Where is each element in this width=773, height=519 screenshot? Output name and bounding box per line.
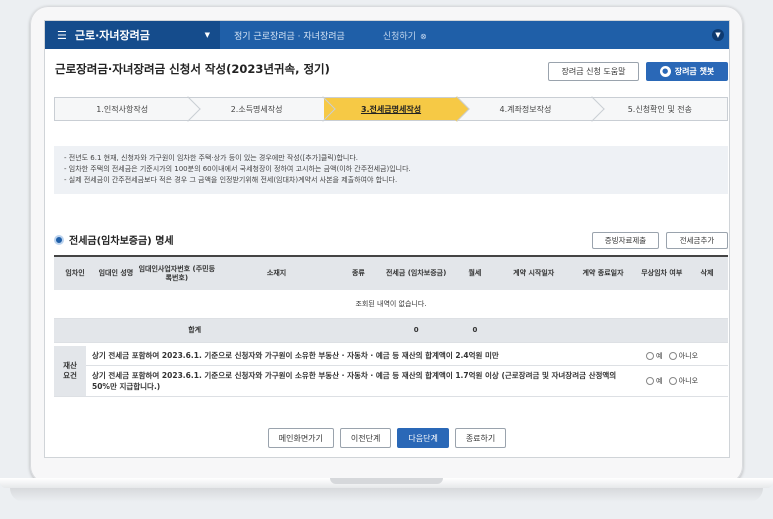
col-landlord-name: 임대인 성명 [95, 255, 136, 290]
main-menu[interactable]: ☰ 근로·자녀장려금 ▼ [45, 21, 220, 49]
sum-rent: 0 [450, 318, 500, 343]
sum-type-cell [335, 318, 382, 343]
section-bullet-icon [54, 234, 64, 245]
condition-label: 재산 요건 [54, 346, 86, 397]
step-3-label: 3.전세금명세작성 [360, 104, 422, 114]
table-row: 조회된 내역이 없습니다. [54, 290, 728, 319]
laptop-base [0, 478, 773, 519]
deposit-table: 임차인 임대인 성명 임대인사업자번호 (주민등록번호) 소재지 종류 전세금 … [54, 255, 728, 343]
step-progress: 1.인적사항작성 2.소득명세작성 3.전세금명세작성 4.계좌정보작성 5.신… [54, 97, 728, 121]
step-2-label: 2.소득명세작성 [230, 104, 283, 114]
radio-yes-label: 예 [656, 351, 663, 360]
close-icon[interactable]: ⊗ [420, 32, 427, 41]
table-sum-row: 합계 0 0 [54, 318, 728, 343]
notice-item: 실제 전세금이 간주전세금보다 적은 경우 그 금액을 인정받기위해 전세(임대… [64, 175, 718, 186]
breadcrumb-item-2-label: 신청하기 [382, 31, 416, 42]
col-tenant: 임차인 [54, 255, 96, 290]
step-3: 3.전세금명세작성 [323, 98, 459, 120]
col-delete: 삭제 [685, 255, 728, 290]
radio-no-icon[interactable] [668, 377, 677, 385]
radio-yes-icon[interactable] [646, 351, 654, 360]
radio-yes-icon[interactable] [646, 377, 654, 385]
notice-item: 전년도 6.1 현재, 신청자와 가구원이 임차한 주택·상가 등이 있는 경우… [64, 153, 718, 164]
step-4: 4.계좌정보작성 [458, 98, 592, 120]
evidence-submit-button[interactable]: 증빙자료제출 [592, 232, 659, 249]
radio-yes-label: 예 [656, 377, 663, 385]
col-type: 종류 [335, 255, 382, 290]
radio-yes[interactable]: 예 [646, 377, 662, 385]
laptop-notch [330, 478, 443, 484]
condition-radio-group: 예 아니오 [640, 346, 728, 366]
chevron-down-icon[interactable]: ▼ [712, 29, 724, 41]
col-rent: 월세 [450, 255, 500, 290]
chatbot-icon: ● [659, 66, 671, 77]
notice-item: 임차한 주택의 전세금은 기준시가의 100분의 60이내에서 국세청장이 정하… [64, 164, 718, 175]
col-deposit: 전세금 (임차보증금) [381, 255, 451, 290]
radio-no[interactable]: 아니오 [668, 351, 699, 360]
step-4-label: 4.계좌정보작성 [499, 104, 552, 114]
sum-label: 합계 [54, 318, 336, 343]
chatbot-button[interactable]: ● 장려금 챗봇 [646, 62, 728, 81]
condition-radio-group: 예 아니오 [640, 365, 728, 397]
sum-empty-cell [499, 318, 728, 343]
sum-deposit: 0 [381, 318, 451, 343]
radio-no[interactable]: 아니오 [668, 377, 699, 385]
radio-no-label: 아니오 [678, 377, 699, 385]
notice-box: 전년도 6.1 현재, 신청자와 가구원이 임차한 주택·상가 등이 있는 경우… [54, 146, 728, 194]
step-5-label: 5.신청확인 및 전송 [627, 104, 692, 114]
home-button[interactable]: 메인화면가기 [267, 428, 334, 448]
exit-button[interactable]: 종료하기 [454, 428, 507, 448]
col-end-date: 계약 종료일자 [568, 255, 638, 290]
step-5: 5.신청확인 및 전송 [593, 98, 727, 120]
radio-yes[interactable]: 예 [646, 351, 663, 360]
laptop-shadow [10, 488, 763, 502]
empty-message: 조회된 내역이 없습니다. [54, 290, 728, 319]
bottom-button-bar: 메인화면가기 이전단계 다음단계 종료하기 [44, 428, 730, 448]
condition-text: 상기 전세금 포함하여 2023.6.1. 기준으로 신청자와 가구원이 소유한… [86, 346, 640, 366]
step-1: 1.인적사항작성 [55, 98, 189, 120]
title-row: 근로장려금·자녀장려금 신청서 작성(2023년귀속, 정기) 장려금 신청 도… [45, 49, 729, 89]
condition-row: 상기 전세금 포함하여 2023.6.1. 기준으로 신청자와 가구원이 소유한… [54, 365, 728, 397]
section-title: 전세금(임차보증금) 명세 [69, 236, 174, 247]
section-heading: 전세금(임차보증금) 명세 [54, 232, 174, 247]
prev-button[interactable]: 이전단계 [339, 428, 392, 448]
breadcrumb-item-1[interactable]: 정기 근로장려금 · 자녀장려금 [234, 29, 345, 42]
radio-no-icon[interactable] [668, 351, 677, 360]
col-free-lease: 무상임차 여부 [637, 255, 686, 290]
dropdown-icon: ▼ [204, 31, 210, 39]
col-landlord-id: 임대인사업자번호 (주민등록번호) [135, 255, 218, 290]
col-address: 소재지 [217, 255, 336, 290]
table-header-row: 임차인 임대인 성명 임대인사업자번호 (주민등록번호) 소재지 종류 전세금 … [54, 255, 728, 290]
step-2: 2.소득명세작성 [189, 98, 323, 120]
radio-no-label: 아니오 [678, 351, 699, 360]
next-button[interactable]: 다음단계 [397, 428, 449, 448]
help-button[interactable]: 장려금 신청 도움말 [548, 62, 639, 81]
hamburger-icon[interactable]: ☰ [57, 29, 67, 42]
condition-text: 상기 전세금 포함하여 2023.6.1. 기준으로 신청자와 가구원이 소유한… [86, 365, 640, 397]
breadcrumb-item-2[interactable]: 신청하기 ⊗ [383, 29, 427, 42]
step-1-label: 1.인적사항작성 [96, 104, 149, 114]
main-menu-label: 근로·자녀장려금 [74, 29, 150, 42]
chatbot-button-label: 장려금 챗봇 [674, 67, 715, 76]
property-condition-table: 재산 요건 상기 전세금 포함하여 2023.6.1. 기준으로 신청자와 가구… [54, 346, 728, 397]
breadcrumb: 정기 근로장려금 · 자녀장려금 신청하기 ⊗ [220, 21, 427, 49]
page-title: 근로장려금·자녀장려금 신청서 작성(2023년귀속, 정기) [55, 62, 330, 76]
condition-row: 재산 요건 상기 전세금 포함하여 2023.6.1. 기준으로 신청자와 가구… [54, 346, 728, 397]
top-nav: ☰ 근로·자녀장려금 ▼ 정기 근로장려금 · 자녀장려금 신청하기 ⊗ ▼ [45, 21, 729, 49]
add-deposit-button[interactable]: 전세금추가 [666, 232, 728, 249]
col-start-date: 계약 시작일자 [499, 255, 569, 290]
